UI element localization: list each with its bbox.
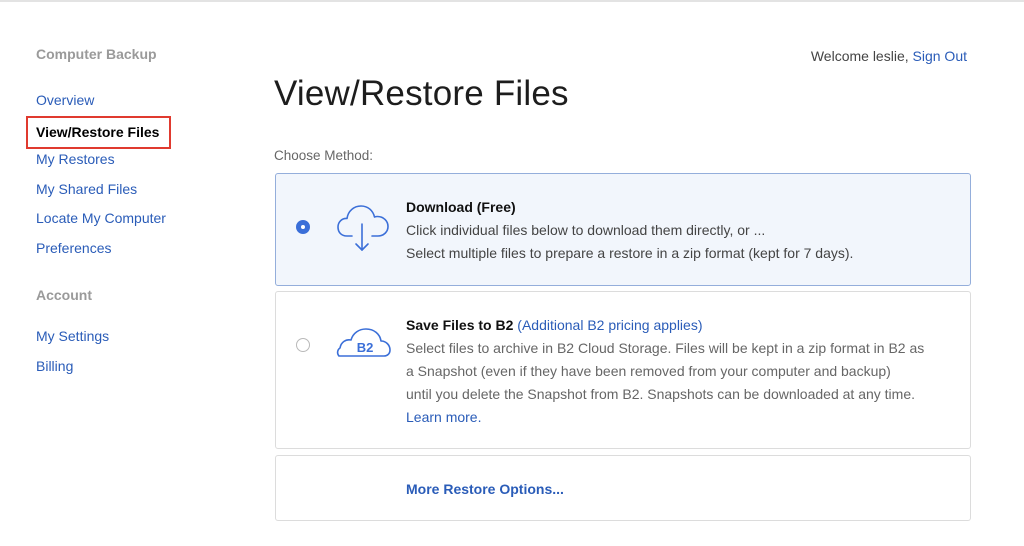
sidebar-item-billing[interactable]: Billing bbox=[36, 352, 236, 382]
welcome-text: Welcome leslie, bbox=[810, 48, 909, 64]
cloud-download-icon bbox=[336, 200, 392, 259]
page-title: View/Restore Files bbox=[274, 74, 569, 113]
sidebar-item-my-shared-files[interactable]: My Shared Files bbox=[36, 175, 236, 205]
b2-icon-text: B2 bbox=[357, 340, 374, 355]
b2-pricing-note[interactable]: (Additional B2 pricing applies) bbox=[517, 317, 702, 333]
option-save-to-b2-card[interactable]: B2 Save Files to B2 (Additional B2 prici… bbox=[275, 291, 971, 449]
save-to-b2-radio[interactable] bbox=[296, 338, 310, 352]
more-restore-options-card[interactable]: More Restore Options... bbox=[275, 455, 971, 521]
download-option-title: Download (Free) bbox=[406, 199, 516, 215]
download-option-line2: Select multiple files to prepare a resto… bbox=[406, 245, 854, 261]
sidebar-item-label: View/Restore Files bbox=[26, 115, 172, 149]
save-to-b2-option-title: Save Files to B2 bbox=[406, 317, 514, 333]
download-option-text: Download (Free) Click individual files b… bbox=[406, 196, 950, 265]
sidebar-item-my-settings[interactable]: My Settings bbox=[36, 322, 236, 352]
learn-more-link[interactable]: Learn more. bbox=[406, 406, 950, 429]
choose-method-label: Choose Method: bbox=[274, 148, 374, 163]
sidebar-item-locate-my-computer[interactable]: Locate My Computer bbox=[36, 204, 236, 234]
option-download-card[interactable]: Download (Free) Click individual files b… bbox=[275, 173, 971, 286]
more-restore-options-link[interactable]: More Restore Options... bbox=[406, 478, 564, 501]
save-to-b2-option-line3: until you delete the Snapshot from B2. S… bbox=[406, 386, 915, 402]
download-radio[interactable] bbox=[296, 220, 310, 234]
sidebar: Computer Backup Overview View/Restore Fi… bbox=[26, 44, 236, 382]
sign-out-link[interactable]: Sign Out bbox=[913, 48, 967, 64]
download-option-line1: Click individual files below to download… bbox=[406, 222, 766, 238]
save-to-b2-option-text: Save Files to B2 (Additional B2 pricing … bbox=[406, 314, 950, 429]
sidebar-heading-account: Account bbox=[36, 287, 92, 303]
top-divider bbox=[0, 0, 1024, 2]
welcome-bar: Welcome leslie, Sign Out bbox=[811, 48, 967, 64]
b2-cloud-icon: B2 bbox=[336, 324, 392, 369]
sidebar-item-preferences[interactable]: Preferences bbox=[36, 234, 236, 264]
sidebar-item-view-restore-files[interactable]: View/Restore Files bbox=[26, 115, 236, 149]
sidebar-item-overview[interactable]: Overview bbox=[36, 86, 236, 116]
save-to-b2-option-line2: a Snapshot (even if they have been remov… bbox=[406, 363, 891, 379]
sidebar-item-my-restores[interactable]: My Restores bbox=[36, 145, 236, 175]
sidebar-heading-computer-backup: Computer Backup bbox=[36, 46, 157, 62]
save-to-b2-option-line1: Select files to archive in B2 Cloud Stor… bbox=[406, 340, 925, 356]
